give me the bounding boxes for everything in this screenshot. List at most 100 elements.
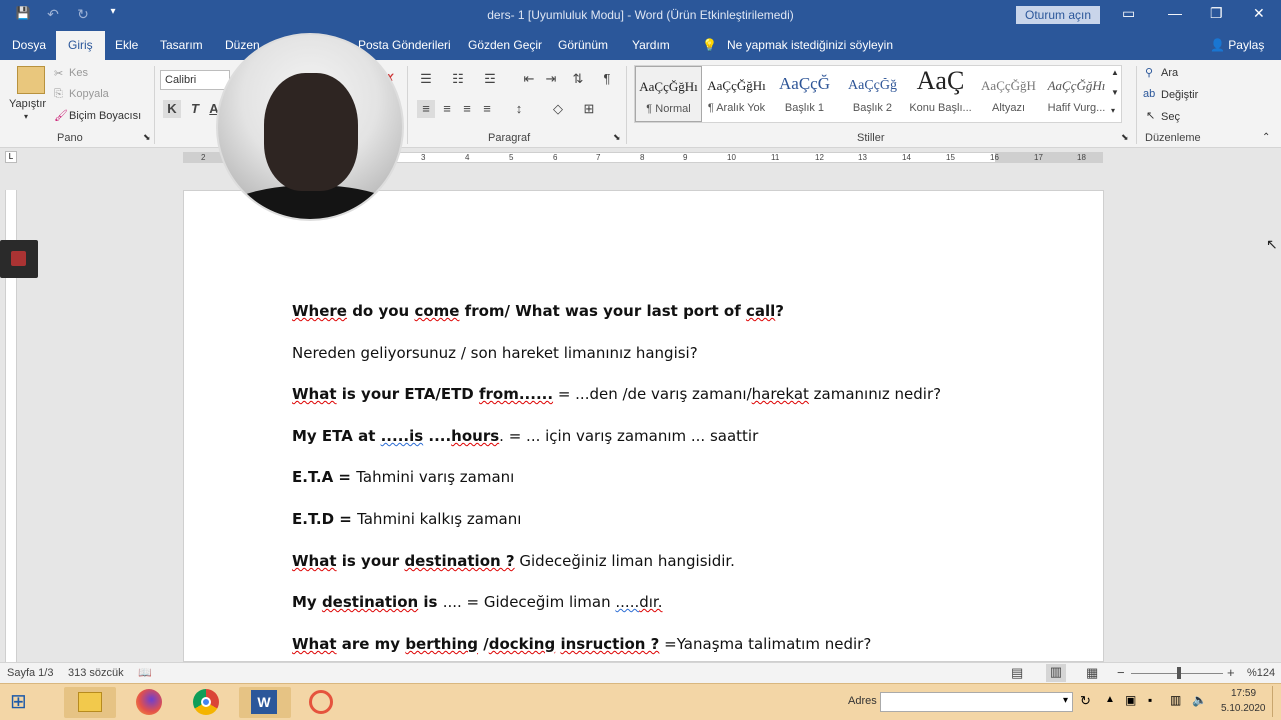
page-count[interactable]: Sayfa 1/3 (7, 667, 53, 679)
replace-button[interactable]: Değiştir (1161, 89, 1198, 101)
proofing-icon[interactable]: 📖 (138, 666, 152, 679)
share-button[interactable]: 👤 Paylaş (1210, 31, 1264, 60)
tray-expand-icon[interactable]: ▲ (1105, 694, 1115, 705)
volume-icon[interactable]: 🔈 (1192, 693, 1207, 707)
ribbon-display-options-icon[interactable]: ▭ (1122, 5, 1135, 22)
read-mode-icon[interactable]: ▤ (1011, 665, 1023, 681)
doc-line-5[interactable]: E.T.A = Tahmini varış zamanı (292, 468, 514, 486)
zoom-slider-thumb[interactable] (1177, 667, 1181, 679)
tab-gozden-gecir[interactable]: Gözden Geçir (456, 31, 554, 60)
tab-selector[interactable]: L (5, 151, 17, 163)
justify-icon[interactable]: ≡ (478, 100, 496, 118)
line-spacing-icon[interactable]: ↕ (510, 100, 528, 118)
align-left-icon[interactable]: ≡ (417, 100, 435, 118)
paragraph-launcher-icon[interactable]: ⬊ (613, 132, 621, 143)
tab-ekle[interactable]: Ekle (103, 31, 150, 60)
paste-icon[interactable] (17, 66, 45, 94)
minimize-icon[interactable]: — (1168, 5, 1182, 21)
style-subtitle[interactable]: AaÇçĞğH Altyazı (975, 66, 1042, 122)
document-page[interactable] (183, 190, 1104, 662)
paste-button[interactable]: Yapıştır (9, 98, 46, 110)
doc-line-1[interactable]: Where do you come from/ What was your la… (292, 302, 784, 320)
file-explorer-icon[interactable] (64, 687, 116, 718)
bullets-icon[interactable]: ☰ (417, 70, 435, 88)
collapse-ribbon-icon[interactable]: ⌃ (1262, 132, 1270, 143)
decrease-indent-icon[interactable]: ⇤ (520, 70, 538, 88)
clipboard-launcher-icon[interactable]: ⬊ (143, 132, 151, 143)
align-right-icon[interactable]: ≡ (458, 100, 476, 118)
style-heading-2[interactable]: AaÇçĞğ Başlık 2 (839, 66, 906, 122)
doc-line-2[interactable]: Nereden geliyorsunuz / son hareket liman… (292, 344, 698, 362)
address-input[interactable]: ▾ (880, 692, 1073, 712)
refresh-icon[interactable]: ↻ (1080, 693, 1091, 709)
increase-indent-icon[interactable]: ⇥ (542, 70, 560, 88)
replace-icon[interactable]: ab (1143, 88, 1155, 100)
clock-date[interactable]: 5.10.2020 (1221, 703, 1266, 714)
copy-icon[interactable]: ⎘ (54, 88, 63, 101)
style-preview: AaÇçĞ (779, 74, 830, 93)
zoom-level[interactable]: %124 (1247, 667, 1275, 679)
format-painter-icon[interactable]: 🖌 (54, 109, 68, 122)
sign-in-button[interactable]: Oturum açın (1016, 6, 1100, 24)
styles-scroll-up-icon[interactable]: ▲ (1111, 68, 1119, 77)
recorder-app-icon[interactable] (296, 687, 348, 718)
style-title[interactable]: AaÇ Konu Başlı... (907, 66, 974, 122)
doc-line-9[interactable]: What are my berthing /docking insruction… (292, 635, 871, 653)
close-icon[interactable]: ✕ (1253, 5, 1265, 22)
copy-button[interactable]: Kopyala (69, 88, 109, 100)
sort-icon[interactable]: ⇅ (569, 70, 587, 88)
doc-line-8[interactable]: My destination is .... = Gideceğim liman… (292, 593, 662, 611)
doc-line-4[interactable]: My ETA at .....is ....hours. = ... için … (292, 427, 758, 445)
tab-giris[interactable]: Giriş (56, 31, 105, 60)
doc-line-7[interactable]: What is your destination ? Gideceğiniz l… (292, 552, 735, 570)
cut-icon[interactable]: ✂ (54, 67, 63, 80)
show-desktop-button[interactable] (1272, 686, 1278, 717)
firefox-icon[interactable] (124, 687, 176, 718)
show-formatting-marks-icon[interactable]: ¶ (598, 70, 616, 88)
zoom-out-icon[interactable]: − (1117, 665, 1125, 680)
select-icon[interactable]: ↖ (1146, 109, 1155, 122)
select-button[interactable]: Seç (1161, 111, 1180, 123)
chrome-icon[interactable] (181, 687, 233, 718)
italic-button[interactable]: T (186, 100, 204, 118)
tray-app-icon[interactable]: ▣ (1125, 693, 1136, 707)
web-layout-icon[interactable]: ▦ (1086, 665, 1098, 681)
tell-me-box[interactable]: 💡 Ne yapmak istediğinizi söyleyin (690, 31, 905, 60)
styles-more-icon[interactable]: ▾ (1111, 106, 1115, 115)
multilevel-list-icon[interactable]: ☲ (481, 70, 499, 88)
bold-button[interactable]: K (163, 100, 181, 118)
paste-dropdown-icon[interactable]: ▾ (24, 112, 28, 121)
find-icon[interactable]: ⚲ (1145, 66, 1153, 79)
format-painter-button[interactable]: Biçim Boyacısı (69, 110, 141, 122)
chevron-down-icon[interactable]: ▾ (1063, 695, 1068, 706)
style-subtle-emphasis[interactable]: AaÇçĞğHı Hafif Vurg... (1043, 66, 1110, 122)
tab-dosya[interactable]: Dosya (0, 31, 58, 60)
tab-yardim[interactable]: Yardım (620, 31, 682, 60)
clock-time[interactable]: 17:59 (1231, 688, 1256, 699)
restore-icon[interactable]: ❐ (1210, 5, 1223, 22)
word-count[interactable]: 313 sözcük (68, 667, 124, 679)
find-button[interactable]: Ara (1161, 67, 1178, 79)
network-icon[interactable]: ▥ (1170, 693, 1181, 707)
word-icon[interactable]: W (239, 687, 291, 718)
style-heading-1[interactable]: AaÇçĞ Başlık 1 (771, 66, 838, 122)
doc-line-6[interactable]: E.T.D = Tahmini kalkış zamanı (292, 510, 521, 528)
numbering-icon[interactable]: ☷ (449, 70, 467, 88)
doc-line-3[interactable]: What is your ETA/ETD from...... = ...den… (292, 385, 941, 403)
style-normal[interactable]: AaÇçĞğHı ¶ Normal (635, 66, 702, 122)
align-center-icon[interactable]: ≡ (438, 100, 456, 118)
font-name-box[interactable]: Calibri (Gövd (160, 70, 230, 90)
tab-tasarim[interactable]: Tasarım (148, 31, 215, 60)
tab-gorunum[interactable]: Görünüm (546, 31, 620, 60)
style-no-spacing[interactable]: AaÇçĞğHı ¶ Aralık Yok (703, 66, 770, 122)
shading-icon[interactable]: ◇ (549, 100, 567, 118)
styles-scroll-down-icon[interactable]: ▼ (1111, 88, 1119, 97)
windows-start-icon[interactable]: ⊞ (10, 690, 36, 714)
print-layout-icon[interactable]: ▥ (1046, 664, 1066, 682)
cut-button[interactable]: Kes (69, 67, 88, 79)
zoom-in-icon[interactable]: + (1227, 665, 1235, 680)
styles-launcher-icon[interactable]: ⬊ (1121, 132, 1129, 143)
borders-icon[interactable]: ⊞ (580, 100, 598, 118)
tray-app2-icon[interactable]: ▪ (1148, 693, 1152, 707)
recording-stop-button[interactable] (0, 240, 38, 278)
